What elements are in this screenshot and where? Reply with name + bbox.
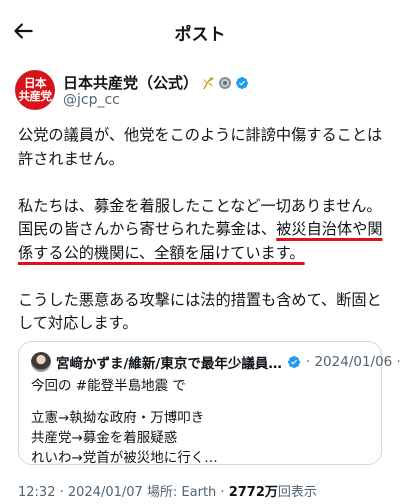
post-page: ポスト 日本 共産党 日本共産党（公式） @jcp_cc 公党の議員が、他党をこ… (0, 0, 400, 504)
quote-avatar[interactable] (31, 352, 51, 372)
author-handle[interactable]: @jcp_cc (63, 92, 120, 108)
tweet-paragraph: こうした悪意ある攻撃には法的措置も含めて、断固として対応します。 (18, 290, 382, 333)
quote-line: 共産党→募金を着服疑惑 (31, 430, 178, 446)
verified-badge-icon (236, 76, 249, 89)
tweet-line: 国民の皆さんから寄せられた募金は、被災自治体や関係する公的機関に、全額を届けてい… (18, 218, 390, 265)
author-name: 日本共産党（公式） (63, 74, 199, 92)
timestamp-location[interactable]: 12:32 · 2024/01/07 場所: Earth · (18, 485, 229, 500)
gear-emblem-icon (219, 76, 232, 89)
quote-line: 立憲→執拗な政府・万博叩き (31, 410, 205, 426)
rice-icon (203, 76, 215, 89)
avatar-text-bottom: 共産党 (18, 89, 53, 103)
tweet-line: 私たちは、募金を着服したことなど一切ありません。 (18, 196, 382, 215)
quote-line: 今回の #能登半島地震 で (31, 378, 186, 394)
quoted-tweet-card[interactable]: 宮﨑かずま/維新/東京で最年少議員… · 2024/01/06 · 今回の #能… (18, 341, 400, 468)
avatar[interactable]: 日本 共産党 (15, 70, 55, 110)
tweet-text: 公党の議員が、他党をこのように誹謗中傷することは許されません。 私たちは、募金を… (18, 124, 390, 336)
tweet-paragraph: 公党の議員が、他党をこのように誹謗中傷することは許されません。 (18, 126, 383, 168)
tweet-paragraph: 私たちは、募金を着服したことなど一切ありません。 国民の皆さんから寄せられた募金… (18, 195, 390, 266)
quote-author-name: 宮﨑かずま/維新/東京で最年少議員… (56, 356, 282, 372)
quote-date: · 2024/01/06 · (305, 354, 400, 370)
tweet-text-plain: 国民の皆さんから寄せられた募金は、 (18, 220, 277, 238)
quote-spacer (31, 396, 218, 408)
header: ポスト (0, 0, 400, 60)
author-name-row[interactable]: 日本共産党（公式） (63, 72, 249, 93)
verified-badge-icon (287, 355, 301, 369)
quote-text: 今回の #能登半島地震 で 立憲→執拗な政府・万博叩き 共産党→募金を着服疑惑 … (31, 376, 218, 468)
quote-line: れいわ→党首が被災地に行く… (31, 450, 218, 466)
post-meta: 12:32 · 2024/01/07 場所: Earth · 2772万回表示 (18, 481, 317, 500)
quote-header: 宮﨑かずま/維新/東京で最年少議員… · 2024/01/06 · (31, 352, 400, 372)
views-label: 回表示 (277, 485, 317, 500)
page-title: ポスト (174, 25, 226, 45)
views-count: 2772万 (228, 485, 278, 500)
